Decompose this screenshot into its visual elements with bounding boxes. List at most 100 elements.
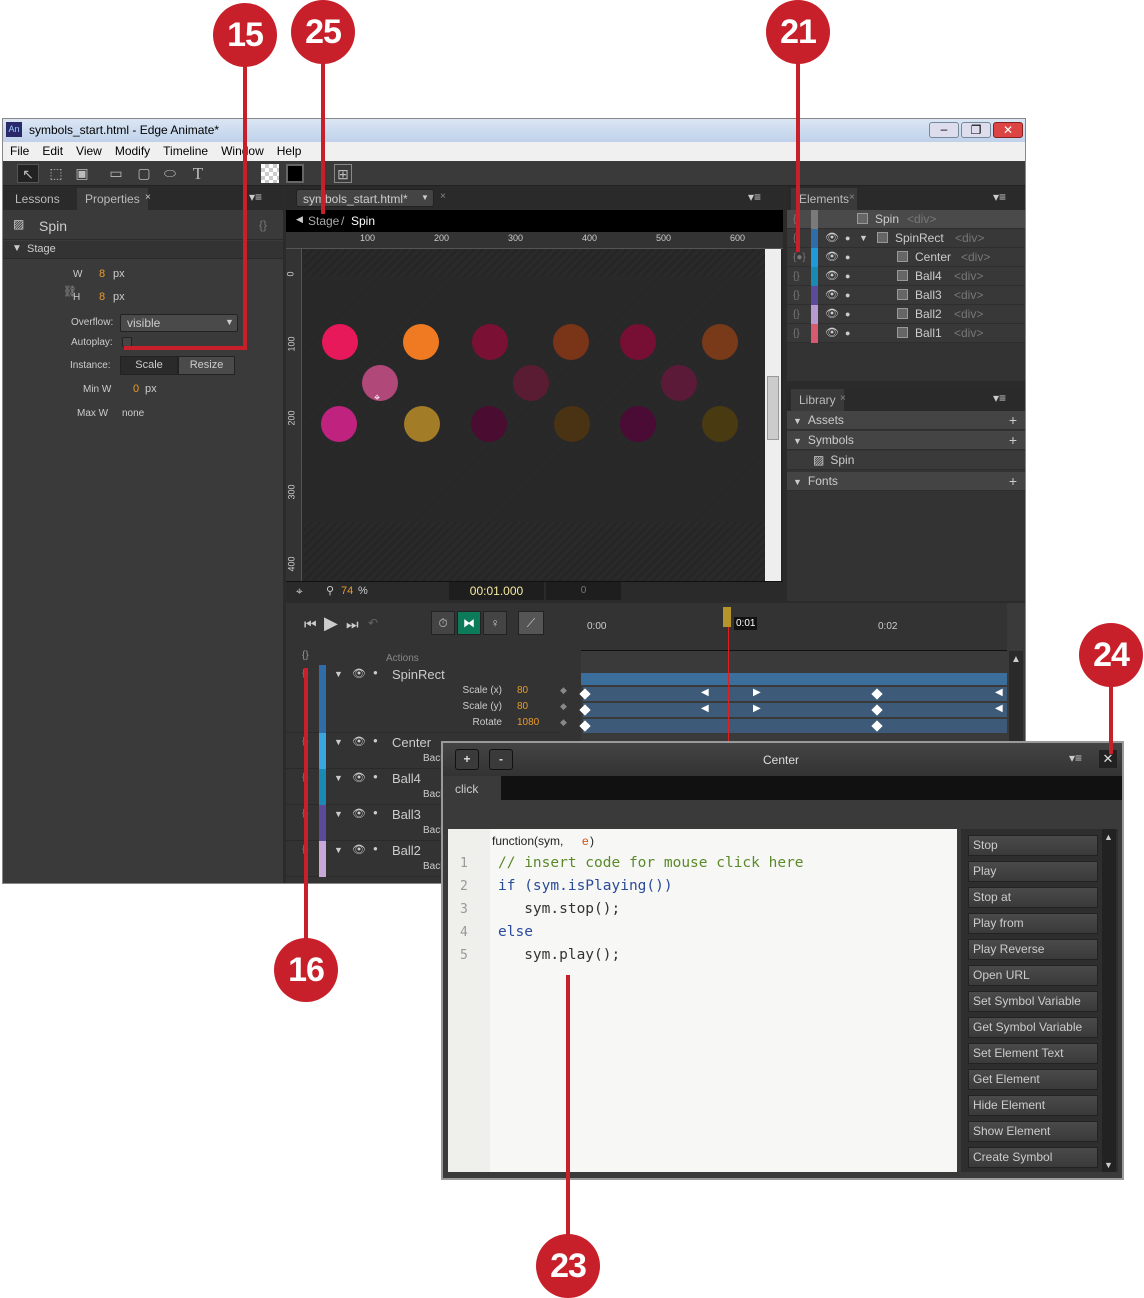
- go-to-end-icon[interactable]: ⏭: [346, 616, 359, 633]
- panel-menu-icon[interactable]: ▾≡: [993, 190, 1006, 204]
- auto-keyframe-icon[interactable]: ⏱: [431, 611, 455, 635]
- transition-marker[interactable]: ◀: [995, 703, 1003, 714]
- close-icon[interactable]: ✕: [1099, 750, 1117, 768]
- eye-icon[interactable]: 👁: [825, 324, 839, 343]
- transition-marker[interactable]: ◀: [995, 687, 1003, 698]
- panel-menu-icon[interactable]: ▾≡: [748, 190, 761, 204]
- auto-transition-icon[interactable]: ⧓: [457, 611, 481, 635]
- expand-icon[interactable]: ▼: [334, 773, 343, 783]
- transition-marker[interactable]: ▶: [753, 687, 761, 698]
- element-row[interactable]: {●} 👁 ● Center <div>: [787, 248, 1025, 267]
- breadcrumb-stage[interactable]: Stage: [308, 214, 339, 228]
- stage-canvas[interactable]: ⌖: [303, 249, 765, 583]
- panel-menu-icon[interactable]: ▾≡: [249, 190, 262, 204]
- min-width-value[interactable]: 0: [133, 383, 139, 395]
- snippet-button[interactable]: Hide Element: [968, 1095, 1098, 1116]
- property-value[interactable]: 80: [517, 685, 528, 696]
- expand-icon[interactable]: ▼: [334, 845, 343, 855]
- tab-lessons[interactable]: Lessons: [7, 188, 68, 210]
- library-section-symbols[interactable]: ▼ Symbols +: [787, 431, 1025, 450]
- instance-resize-button[interactable]: Resize: [178, 356, 235, 375]
- rectangle-icon[interactable]: ▭: [105, 164, 127, 183]
- rounded-rectangle-icon[interactable]: ▢: [133, 164, 155, 183]
- lock-dot-icon[interactable]: ●: [845, 267, 850, 286]
- frame-display[interactable]: 0: [546, 582, 621, 600]
- element-row[interactable]: {} 👁 ● Ball4 <div>: [787, 267, 1025, 286]
- ball-element[interactable]: [513, 365, 549, 401]
- expand-icon[interactable]: ▼: [859, 229, 868, 248]
- ball-element[interactable]: [620, 406, 656, 442]
- tab-click-event[interactable]: click: [443, 776, 501, 800]
- expand-icon[interactable]: ▼: [334, 737, 343, 747]
- ball-element[interactable]: [471, 406, 507, 442]
- ball-element[interactable]: [620, 324, 656, 360]
- code-line[interactable]: // insert code for mouse click here: [498, 855, 804, 871]
- eye-icon[interactable]: 👁: [825, 267, 839, 286]
- close-window-button[interactable]: ✕: [993, 122, 1023, 138]
- lock-dot-icon[interactable]: ●: [373, 772, 378, 781]
- easing-icon[interactable]: ⟋: [518, 611, 544, 635]
- element-row[interactable]: {}Spin<div>: [787, 210, 1025, 229]
- close-tab-icon[interactable]: ×: [840, 393, 846, 404]
- ball-element[interactable]: [322, 324, 358, 360]
- ellipse-icon[interactable]: ⬭: [159, 164, 181, 183]
- ball-element[interactable]: [404, 406, 440, 442]
- code-line[interactable]: if (sym.isPlaying()): [498, 878, 673, 894]
- expand-icon[interactable]: ▼: [334, 669, 343, 679]
- eye-icon[interactable]: 👁: [352, 771, 366, 784]
- keyframe-diamond-icon[interactable]: ◆: [560, 685, 567, 696]
- loop-icon[interactable]: ↶: [368, 616, 378, 630]
- eye-icon[interactable]: 👁: [352, 735, 366, 748]
- crosshair-icon[interactable]: ⌖: [296, 584, 303, 599]
- snippet-button[interactable]: Stop: [968, 835, 1098, 856]
- menu-edit[interactable]: Edit: [42, 144, 63, 158]
- lock-dot-icon[interactable]: ●: [845, 324, 850, 343]
- maximize-button[interactable]: ❐: [961, 122, 991, 138]
- library-section-fonts[interactable]: ▼ Fonts +: [787, 472, 1025, 491]
- pin-icon[interactable]: ♀: [483, 611, 507, 635]
- element-row[interactable]: {} 👁 ● Ball3 <div>: [787, 286, 1025, 305]
- menu-file[interactable]: File: [10, 144, 29, 158]
- transition-marker[interactable]: ▶: [753, 703, 761, 714]
- transform-icon[interactable]: ⬚: [45, 164, 67, 183]
- property-value[interactable]: 1080: [517, 717, 539, 728]
- time-display[interactable]: 00:01.000: [449, 582, 544, 600]
- element-row[interactable]: {} 👁 ● Ball2 <div>: [787, 305, 1025, 324]
- eye-icon[interactable]: 👁: [825, 248, 839, 267]
- lock-dot-icon[interactable]: ●: [373, 668, 378, 677]
- property-value[interactable]: 80: [517, 701, 528, 712]
- play-icon[interactable]: ▶: [324, 613, 338, 634]
- eye-icon[interactable]: 👁: [352, 807, 366, 820]
- lock-dot-icon[interactable]: ●: [845, 305, 850, 324]
- ball-element[interactable]: [403, 324, 439, 360]
- snippet-button[interactable]: Create Symbol: [968, 1147, 1098, 1168]
- eye-icon[interactable]: 👁: [825, 305, 839, 324]
- close-tab-icon[interactable]: ×: [145, 192, 151, 203]
- zoom-value[interactable]: 74: [341, 585, 353, 597]
- lock-dot-icon[interactable]: ●: [373, 844, 378, 853]
- keyframe-diamond-icon[interactable]: ◆: [560, 717, 567, 728]
- eye-icon[interactable]: 👁: [825, 286, 839, 305]
- text-icon[interactable]: T: [187, 164, 209, 183]
- library-section-assets[interactable]: ▼ Assets +: [787, 411, 1025, 430]
- eye-icon[interactable]: 👁: [825, 229, 839, 248]
- transition-marker[interactable]: ◀: [701, 703, 709, 714]
- close-tab-icon[interactable]: ×: [440, 191, 446, 202]
- ball-element[interactable]: [321, 406, 357, 442]
- max-width-value[interactable]: none: [122, 408, 144, 419]
- minimize-button[interactable]: –: [929, 122, 959, 138]
- code-braces-icon[interactable]: {}: [793, 267, 800, 286]
- close-tab-icon[interactable]: ×: [849, 192, 855, 203]
- document-tab[interactable]: symbols_start.html* ▼: [296, 189, 434, 207]
- clipping-icon[interactable]: ▣: [71, 164, 93, 183]
- code-line[interactable]: sym.play();: [498, 947, 620, 963]
- code-braces-icon[interactable]: {}: [259, 218, 267, 232]
- keyframe-diamond-icon[interactable]: ◆: [560, 701, 567, 712]
- code-braces-icon[interactable]: {}: [793, 305, 800, 324]
- ball-element[interactable]: [553, 324, 589, 360]
- tab-elements[interactable]: Elements: [791, 188, 858, 210]
- go-to-start-icon[interactable]: ⏮: [304, 616, 317, 633]
- border-color-icon[interactable]: [286, 164, 304, 183]
- expand-icon[interactable]: ▼: [334, 809, 343, 819]
- ball-element[interactable]: [702, 406, 738, 442]
